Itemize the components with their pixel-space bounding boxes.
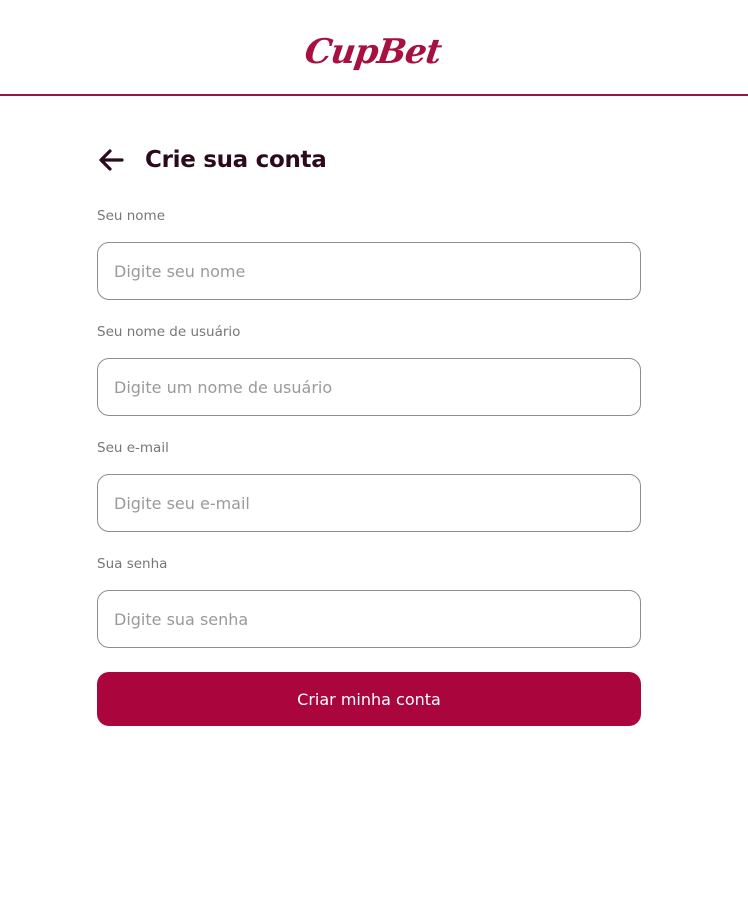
password-input[interactable] [97,590,641,648]
arrow-left-icon[interactable] [97,145,127,175]
email-input[interactable] [97,474,641,532]
cupbet-logo[interactable]: CupBet [302,32,443,72]
email-label: Seu e-mail [97,440,169,456]
page-title: Crie sua conta [145,147,327,173]
header: CupBet [0,0,748,96]
name-input[interactable] [97,242,641,300]
password-label: Sua senha [97,556,168,572]
username-label: Seu nome de usuário [97,324,241,340]
username-input[interactable] [97,358,641,416]
create-account-button[interactable]: Criar minha conta [97,672,641,726]
title-row: Crie sua conta [97,142,327,178]
name-label: Seu nome [97,208,165,224]
